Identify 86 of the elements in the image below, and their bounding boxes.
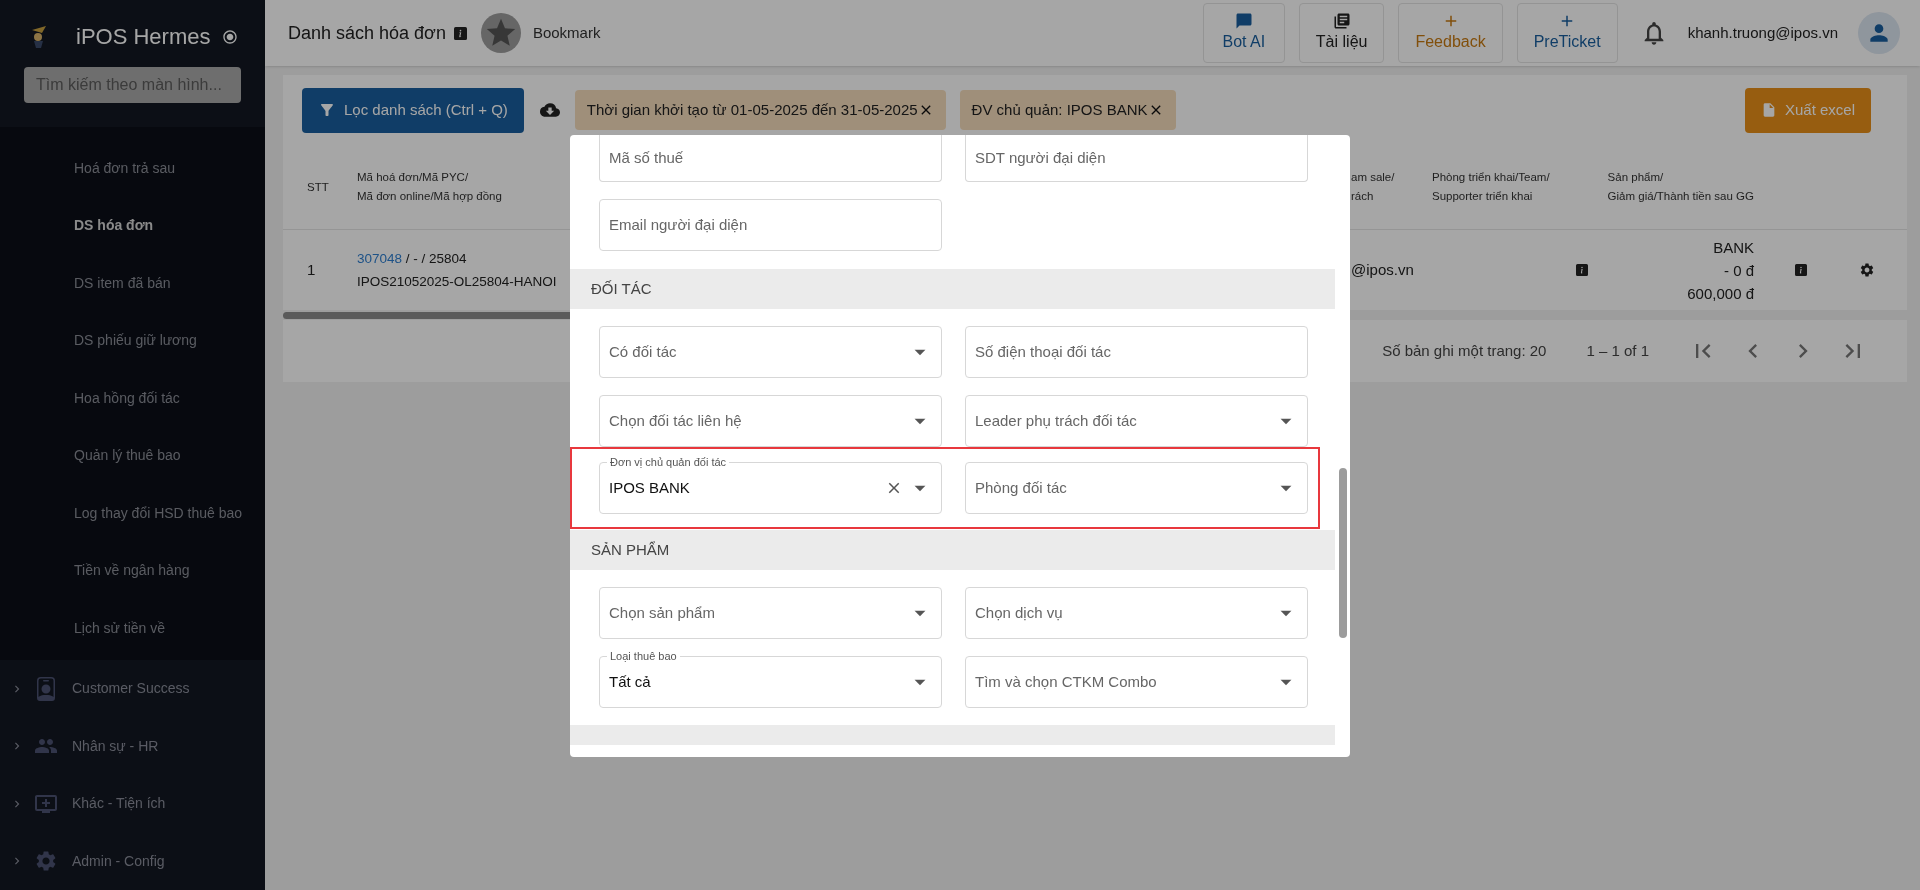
column-header: Mã hoá đơn/Mã PYC/ Mã đơn online/Mã hợp đồng [357,170,503,204]
submenu-item[interactable]: DS phiếu giữ lương [0,312,265,370]
column-header: STT [307,179,330,195]
user-email: khanh.truong@ipos.vn [1687,22,1838,43]
submenu-item[interactable]: Lịch sử tiền về [0,599,265,657]
field-placeholder: Tìm và chọn CTKM Combo [975,671,1157,692]
field-placeholder: Có đối tác [609,341,677,362]
filter-chip[interactable]: Thời gian khởi tạo từ 01-05-2025 đến 31-05-2025 [574,90,946,130]
page-size-label: Số bản ghi một trang: 20 [1382,340,1547,361]
column-header: Phòng triển khai/Team/ Supporter triển khai [1432,170,1551,204]
filter-button[interactable]: Lọc danh sách (Ctrl + Q) [302,87,524,133]
submenu-item[interactable]: DS item đã bán [0,254,265,312]
filter-icon [318,101,336,119]
info-icon[interactable] [1795,264,1807,276]
column-header: am sale/ rách [1351,170,1396,204]
select-field[interactable]: Phòng đối tác [965,462,1308,514]
invoice-link[interactable]: 307048 [357,251,403,266]
radio-icon[interactable] [222,28,239,45]
select-field[interactable]: Leader phụ trách đối tác [965,395,1308,447]
field-placeholder: SDT người đại diện [975,147,1106,168]
page-range: 1 – 1 of 1 [1586,340,1649,361]
info-icon[interactable] [1576,264,1588,276]
field-placeholder: Phòng đối tác [975,477,1067,498]
chip-label: Thời gian khởi tạo từ 01-05-2025 đến 31-05-2025 [586,99,918,120]
field-placeholder: Số điện thoại đối tác [975,341,1111,362]
menu-group-label: Customer Success [72,679,190,699]
table-cell-text: / - / 25804 [404,251,467,266]
input-field[interactable]: Email người đại diện [599,199,942,251]
field-placeholder: Mã số thuế [609,147,684,168]
chip-label: ĐV chủ quản: IPOS BANK [971,99,1148,120]
input-field[interactable]: Mã số thuế [599,135,942,182]
header-button[interactable]: Bot AI [1202,3,1285,63]
field-placeholder: Chọn dịch vụ [975,602,1063,623]
select-field[interactable]: Chọn đối tác liên hệ [599,395,942,447]
settings-icon [34,849,58,874]
submenu-item[interactable]: Log thay đổi HSD thuê bao [0,484,265,542]
select-field[interactable]: Chọn dịch vụ [965,587,1308,639]
table-cell: 1 [307,260,316,278]
select-field[interactable]: Loại thuê bao Tất cả [599,649,942,708]
menu-group-label: Nhân sự - HR [72,736,159,756]
field-label: Đơn vị chủ quản đối tác [609,455,728,469]
field-placeholder: Chọn đối tác liên hệ [609,410,742,431]
scrollbar-thumb[interactable] [1338,468,1347,638]
settings-icon[interactable] [1859,262,1875,278]
download-icon[interactable] [539,100,560,120]
submenu-item[interactable]: Hoá đơn trả sau [0,139,265,197]
field-value: IPOS BANK [609,477,690,498]
table-cell-text: BANK [1713,237,1754,258]
menu-group[interactable]: Khác - Tiện ích [0,775,265,833]
chat-icon [1234,12,1253,30]
input-field[interactable]: SDT người đại diện [965,135,1308,182]
section-header: SẢN PHẨM [570,530,1335,570]
menu-group[interactable]: Customer Success [0,660,265,718]
select-field[interactable]: Có đối tác [599,326,942,378]
field-placeholder: Leader phụ trách đối tác [975,410,1137,431]
filter-chip[interactable]: ĐV chủ quản: IPOS BANK [959,90,1176,130]
select-field[interactable]: Chọn sản phẩm [599,587,942,639]
select-field[interactable]: Đơn vị chủ quản đối tác IPOS BANK [599,455,942,514]
table-cell: @ipos.vn [1351,260,1414,278]
book-icon [1332,12,1351,30]
user-avatar[interactable] [1858,12,1900,54]
table-cell-text: - 0 đ [1724,260,1754,281]
star-avatar-icon[interactable] [480,13,521,53]
page-title: Danh sách hóa đơn [288,21,446,45]
field-placeholder: Chọn sản phẩm [609,602,715,623]
bookmark-label[interactable]: Bookmark [532,21,601,45]
section-header: ĐỐI TÁC [570,269,1335,309]
submenu-item[interactable]: Hoa hồng đối tác [0,369,265,427]
menu-group-label: Admin - Config [72,851,165,871]
menu-group-label: Khác - Tiện ích [72,794,166,814]
submenu-item[interactable]: Tiền về ngân hàng [0,542,265,600]
info-icon[interactable] [453,26,467,40]
submenu-item[interactable]: DS hóa đơn [0,197,265,255]
column-header: Sản phẩm/ Giảm giá/Thành tiền sau GG [1607,170,1754,204]
table-cell-text: 600,000 đ [1687,283,1754,304]
badge-icon [34,676,58,701]
header-button[interactable]: PreTicket [1516,3,1618,63]
input-field[interactable]: Số điện thoại đối tác [965,326,1308,378]
field-label: Loại thuê bao [609,649,678,663]
app-name: iPOS Hermes [76,23,211,51]
field-placeholder: Email người đại diện [609,214,748,235]
table-cell-text: IPOS21052025-OL25804-HANOI [357,273,558,291]
submenu-item[interactable]: Quản lý thuê bao [0,427,265,485]
header-button[interactable]: Tài liệu [1298,3,1385,63]
select-field[interactable]: Tìm và chọn CTKM Combo [965,656,1308,708]
field-value: Tất cả [609,671,651,692]
